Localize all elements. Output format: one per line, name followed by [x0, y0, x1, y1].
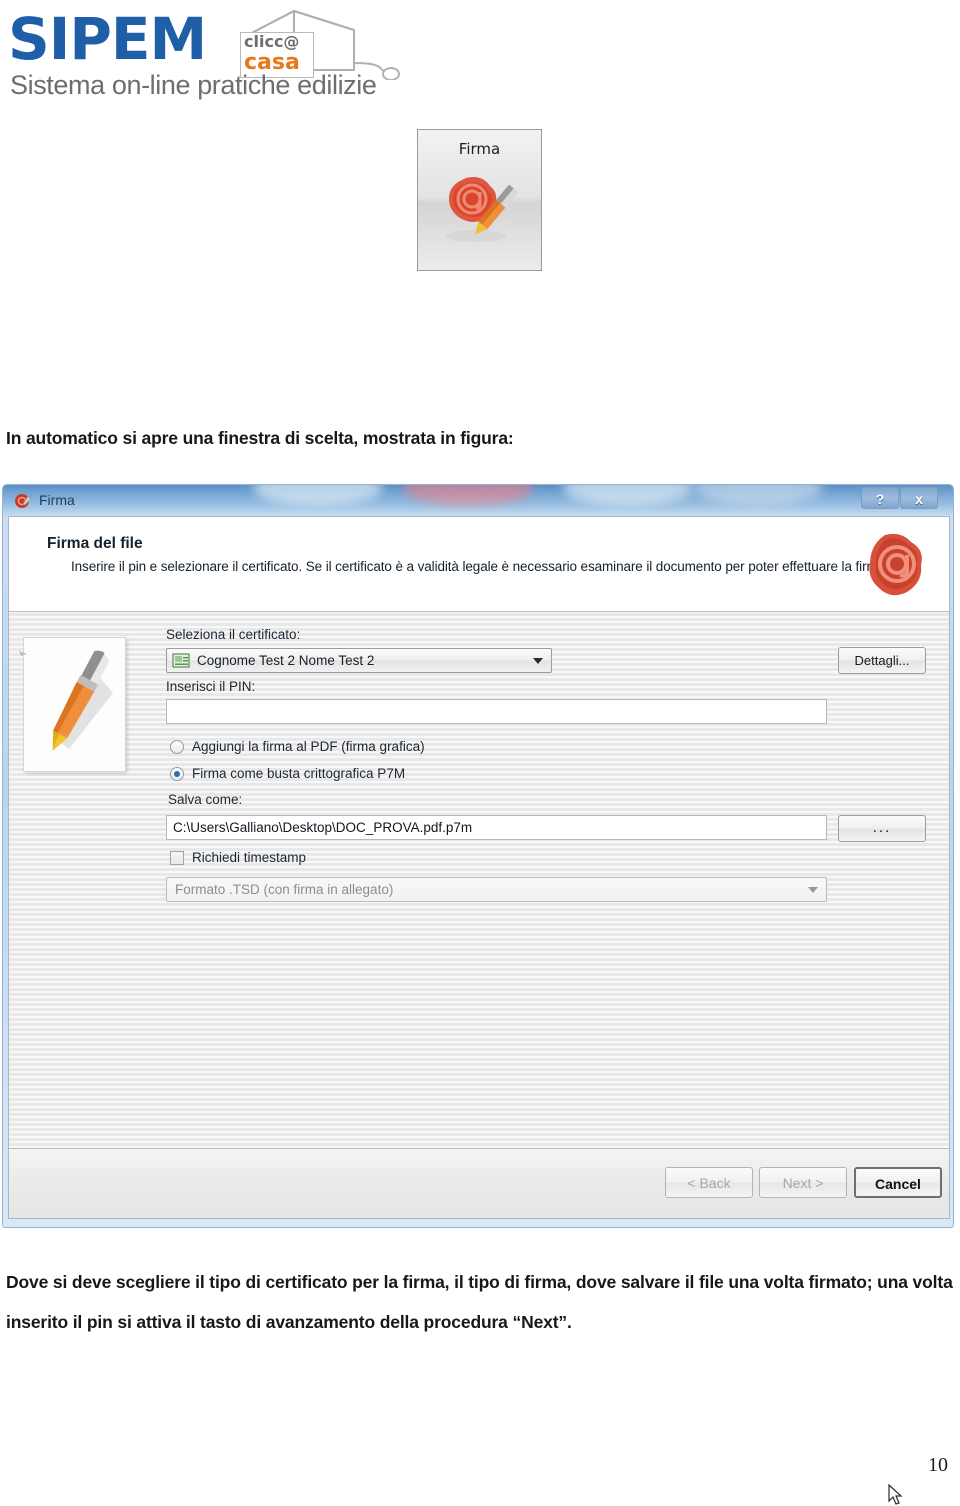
firma-thumbnail-label: Firma: [458, 140, 501, 158]
timestamp-format-select[interactable]: Formato .TSD (con firma in allegato): [166, 877, 827, 902]
intro-paragraph: In automatico si apre una finestra di sc…: [6, 428, 514, 448]
after-paragraph: Dove si deve scegliere il tipo di certif…: [6, 1272, 953, 1332]
timestamp-label: Richiedi timestamp: [192, 850, 307, 865]
radio-pdf-indicator[interactable]: [170, 740, 184, 754]
logo-tagline: Sistema on-line pratiche edilizie: [10, 70, 377, 100]
certificate-label: Seleziona il certificato:: [166, 627, 301, 642]
chevron-down-icon[interactable]: [808, 887, 818, 893]
dialog-screenshot: Firma ? x Firma del file Inserire il pin…: [0, 484, 956, 1505]
wax-seal-at-icon: [869, 533, 922, 596]
radio-p7m-label: Firma come busta crittografica P7M: [192, 766, 406, 781]
dialog-header-subtitle: Inserire il pin e selezionare il certifi…: [71, 559, 886, 574]
dialog-footer: < Back Next > Cancel: [9, 1148, 949, 1218]
cancel-button[interactable]: Cancel: [854, 1167, 942, 1198]
pin-input[interactable]: [166, 699, 827, 724]
dialog-title: Firma: [39, 492, 75, 508]
close-icon[interactable]: x: [900, 487, 938, 509]
chevron-down-icon[interactable]: [533, 658, 543, 664]
mouse-cursor-icon: [888, 1484, 903, 1505]
orange-pen-icon: [52, 650, 113, 751]
back-button[interactable]: < Back: [665, 1167, 753, 1198]
firma-seal-icon: [15, 494, 32, 508]
timestamp-format-value: Formato .TSD (con firma in allegato): [175, 882, 394, 897]
certificate-icon: [172, 653, 190, 668]
details-button[interactable]: Dettagli...: [838, 647, 926, 674]
logo-brand-text: SIPEM: [8, 5, 207, 73]
browse-button[interactable]: ...: [838, 815, 926, 842]
radio-p7m-indicator[interactable]: [170, 767, 184, 781]
certificate-select[interactable]: Cognome Test 2 Nome Test 2: [166, 648, 552, 673]
sipem-logo: SIPEM clicc@ casa Sistema on-line pratic…: [8, 8, 408, 104]
radio-pdf-label: Aggiungi la firma al PDF (firma grafica): [192, 739, 425, 754]
next-button[interactable]: Next >: [759, 1167, 847, 1198]
saveas-label: Salva come:: [168, 792, 243, 807]
certificate-value: Cognome Test 2 Nome Test 2: [197, 653, 375, 668]
dialog-titlebar[interactable]: Firma ? x: [3, 485, 953, 518]
pen-illustration-panel: [23, 637, 126, 772]
panel-corner-arrow-icon: [19, 651, 27, 656]
help-button[interactable]: ?: [861, 487, 899, 509]
dialog-header-band: Firma del file Inserire il pin e selezio…: [9, 517, 949, 612]
dialog-client-area: Firma del file Inserire il pin e selezio…: [8, 516, 950, 1219]
firma-button-thumbnail[interactable]: Firma: [417, 129, 542, 271]
pin-label: Inserisci il PIN:: [166, 679, 256, 694]
saveas-value: C:\Users\Galliano\Desktop\DOC_PROVA.pdf.…: [173, 820, 473, 835]
timestamp-checkbox[interactable]: [170, 851, 184, 865]
page-number: 10: [928, 1454, 948, 1476]
logo-badge-line1: clicc@: [244, 32, 300, 51]
dialog-header-title: Firma del file: [47, 535, 143, 552]
background-texture: [9, 517, 949, 1218]
saveas-input[interactable]: C:\Users\Galliano\Desktop\DOC_PROVA.pdf.…: [166, 815, 827, 840]
wax-seal-pen-icon: [446, 177, 519, 242]
firma-dialog-window: Firma ? x Firma del file Inserire il pin…: [2, 484, 954, 1228]
